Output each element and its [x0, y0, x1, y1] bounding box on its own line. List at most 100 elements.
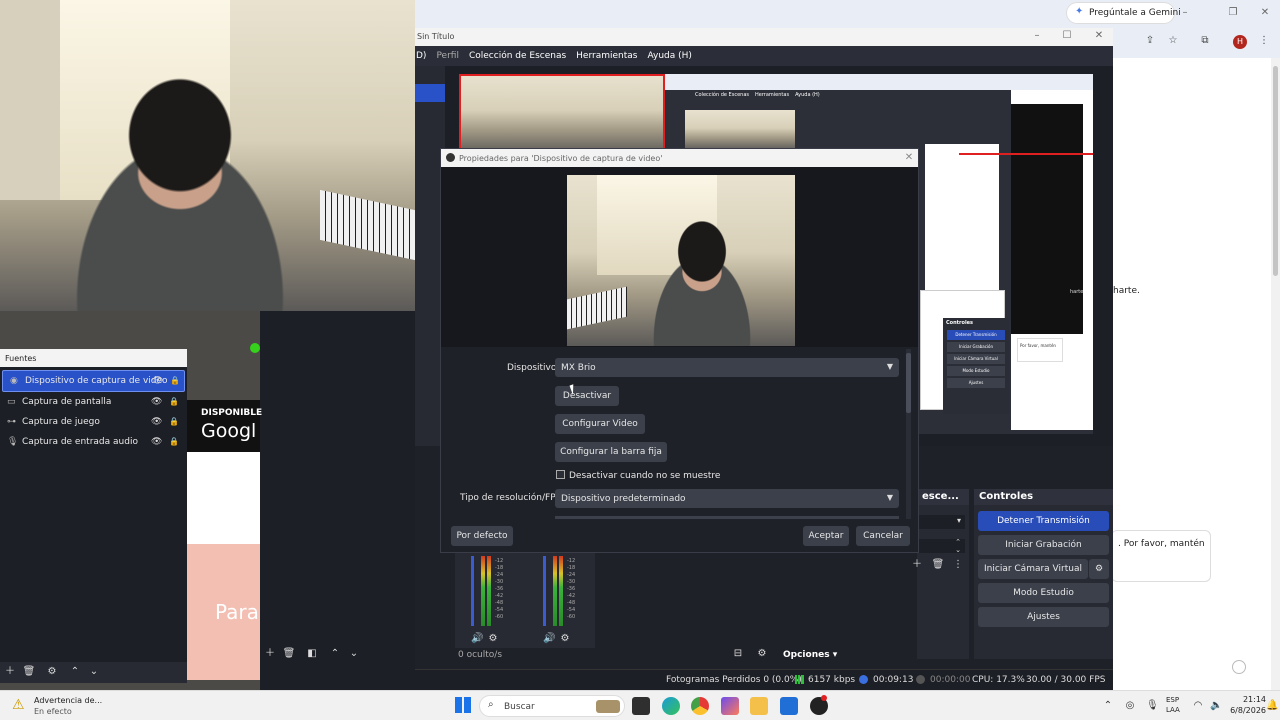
deactivate-hidden-checkbox[interactable]: [556, 470, 565, 479]
audio-settings-icon[interactable]: ⚙: [559, 632, 571, 646]
warning-widget[interactable]: ⚠ Advertencia de... En efecto: [10, 694, 130, 718]
audio-settings-icon[interactable]: ⚙: [487, 632, 499, 646]
dialog-scrollbar[interactable]: [906, 349, 911, 519]
more-icon[interactable]: ⋮: [1258, 34, 1270, 48]
obs-maximize-icon[interactable]: ☐: [1060, 29, 1074, 43]
remove-scene-icon[interactable]: 🗑: [282, 647, 296, 661]
obs-close-icon[interactable]: ✕: [1092, 29, 1106, 43]
profile-avatar[interactable]: H: [1233, 35, 1247, 49]
accept-button[interactable]: Aceptar: [803, 526, 849, 546]
preview-keyboard: [567, 286, 627, 330]
deactivate-button[interactable]: Desactivar: [555, 386, 619, 406]
chrome-icon[interactable]: [691, 697, 709, 715]
resolution-select[interactable]: Dispositivo predeterminado ▼: [555, 489, 899, 508]
obs-minimize-icon[interactable]: –: [1030, 29, 1044, 43]
device-select[interactable]: MX Brio ▼: [555, 358, 899, 377]
visibility-eye-icon[interactable]: 👁: [151, 437, 162, 447]
edge-icon[interactable]: [662, 697, 680, 715]
share-icon[interactable]: ⇪: [1142, 34, 1158, 48]
meter-tick: -60: [567, 614, 576, 620]
source-item-audio-input[interactable]: 🎙 Captura de entrada audio 👁 🔒: [0, 432, 187, 452]
start-button[interactable]: [455, 697, 471, 713]
start-virtual-camera-button[interactable]: Iniciar Cámara Virtual: [978, 559, 1088, 579]
options-button[interactable]: Opciones ▾: [783, 650, 837, 660]
settings-gear-icon[interactable]: ⚙: [755, 647, 769, 661]
emoji-icon[interactable]: [1232, 660, 1246, 674]
notification-icon[interactable]: 🔔: [1266, 699, 1278, 713]
menu-item-tools[interactable]: Herramientas: [571, 48, 642, 64]
dialog-close-icon[interactable]: ✕: [903, 151, 915, 165]
wifi-icon[interactable]: ◠: [1192, 699, 1204, 713]
add-scene-icon[interactable]: ＋: [263, 647, 277, 661]
cancel-button[interactable]: Cancelar: [856, 526, 910, 546]
transition-select[interactable]: ▾: [919, 515, 965, 529]
chevron-up-icon[interactable]: ⌃: [1102, 699, 1114, 713]
menu-item-d[interactable]: D): [415, 48, 431, 64]
star-icon[interactable]: ☆: [1165, 34, 1181, 48]
extensions-icon[interactable]: ⧉: [1197, 34, 1213, 48]
lock-icon[interactable]: 🔒: [170, 376, 180, 386]
configure-video-button[interactable]: Configurar Video: [555, 414, 645, 434]
move-down-icon[interactable]: ⌄: [87, 665, 101, 679]
visibility-eye-icon[interactable]: 👁: [151, 397, 162, 407]
close-icon[interactable]: ✕: [1258, 6, 1272, 20]
volume-slider-2[interactable]: [543, 556, 546, 626]
mic-tray-icon[interactable]: 🎙: [1146, 699, 1159, 713]
scene-selected[interactable]: [415, 84, 445, 102]
volume-slider-1[interactable]: [471, 556, 474, 626]
menu-item-scene-collection[interactable]: Colección de Escenas: [464, 48, 571, 64]
browser-scrollbar-thumb[interactable]: [1273, 66, 1278, 276]
clock[interactable]: 21:14 6/8/2026: [1230, 694, 1266, 718]
speaker-icon[interactable]: 🔊: [471, 632, 483, 646]
stop-stream-button[interactable]: Detener Transmisión: [978, 511, 1109, 531]
lock-icon[interactable]: 🔒: [169, 417, 179, 427]
browser-scrollbar[interactable]: [1271, 58, 1280, 690]
scene-filter-icon[interactable]: ◧: [305, 647, 319, 661]
source-item-screen-capture[interactable]: ▭ Captura de pantalla 👁 🔒: [0, 392, 187, 412]
add-source-icon[interactable]: ＋: [3, 665, 17, 679]
minimize-icon[interactable]: –: [1178, 6, 1192, 20]
layout-icon[interactable]: ⊟: [731, 647, 745, 661]
move-up-icon[interactable]: ⌃: [68, 665, 82, 679]
source-properties-icon[interactable]: ⚙: [45, 665, 59, 679]
scene-up-icon[interactable]: ⌃: [328, 647, 342, 661]
network-icon[interactable]: ◎: [1124, 699, 1136, 713]
scene-down-icon[interactable]: ⌄: [347, 647, 361, 661]
app-icon[interactable]: [721, 697, 739, 715]
dialog-preview-area: [441, 167, 918, 347]
ad-panel: [187, 400, 260, 680]
file-explorer-icon[interactable]: [750, 697, 768, 715]
virtual-camera-settings-icon[interactable]: ⚙: [1089, 559, 1109, 579]
visibility-eye-icon[interactable]: 👁: [152, 376, 163, 386]
start-recording-button[interactable]: Iniciar Grabación: [978, 535, 1109, 555]
settings-button[interactable]: Ajustes: [978, 607, 1109, 627]
source-item-game-capture[interactable]: ⊶ Captura de juego 👁 🔒: [0, 412, 187, 432]
default-button[interactable]: Por defecto: [451, 526, 513, 546]
nested-menu-item: Ayuda (H): [795, 92, 820, 98]
task-view-icon[interactable]: [632, 697, 650, 715]
restore-icon[interactable]: ❐: [1226, 6, 1240, 20]
configure-crossbar-button[interactable]: Configurar la barra fija: [555, 442, 667, 462]
add-icon[interactable]: ＋: [910, 558, 924, 572]
lock-icon[interactable]: 🔒: [169, 437, 179, 447]
language-indicator[interactable]: ESP LAA: [1164, 694, 1188, 718]
preview-person: [627, 211, 777, 346]
trash-icon[interactable]: 🗑: [931, 558, 945, 572]
meter-tick: -30: [567, 579, 576, 585]
source-item-video-capture[interactable]: ◉ Dispositivo de captura de video 👁 🔒: [2, 370, 185, 392]
menu-item-help[interactable]: Ayuda (H): [642, 48, 696, 64]
duration-spinbox[interactable]: ⌃ ⌄: [919, 538, 965, 554]
store-icon[interactable]: [780, 697, 798, 715]
lock-icon[interactable]: 🔒: [169, 397, 179, 407]
search-box[interactable]: ⌕ Buscar: [479, 695, 625, 717]
meter-tick: -60: [495, 614, 504, 620]
volume-icon[interactable]: 🔈: [1210, 699, 1222, 713]
menu-item-profile[interactable]: Perfil: [431, 48, 464, 64]
speaker-icon[interactable]: 🔊: [543, 632, 555, 646]
dialog-scrollbar-thumb[interactable]: [906, 353, 911, 413]
visibility-eye-icon[interactable]: 👁: [151, 417, 162, 427]
more-vertical-icon[interactable]: ⋮: [951, 558, 965, 572]
remove-source-icon[interactable]: 🗑: [22, 665, 36, 679]
gemini-button[interactable]: ✦ Pregúntale a Gemini: [1067, 3, 1181, 23]
studio-mode-button[interactable]: Modo Estudio: [978, 583, 1109, 603]
